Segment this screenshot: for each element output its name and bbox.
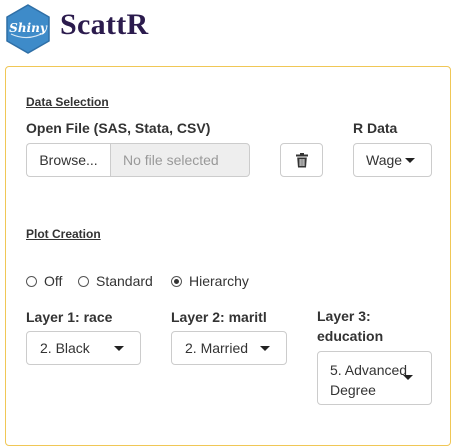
radio-hierarchy-option: Hierarchy — [171, 273, 249, 289]
trash-icon — [295, 152, 308, 167]
layer-2-label: Layer 2: maritl — [171, 309, 267, 325]
r-data-value: Wage — [366, 152, 403, 168]
radio-hierarchy[interactable] — [171, 275, 182, 287]
layer-3-label: Layer 3: education — [317, 308, 384, 344]
shiny-logo: Shiny — [5, 4, 51, 54]
plot-mode-radio-group: Off — [26, 273, 62, 289]
chevron-down-icon — [403, 375, 413, 380]
open-file-label: Open File (SAS, Stata, CSV) — [26, 120, 211, 136]
radio-standard-label[interactable]: Standard — [96, 273, 153, 289]
chevron-down-icon — [260, 346, 270, 351]
radio-off[interactable] — [26, 275, 37, 287]
r-data-label: R Data — [353, 120, 398, 136]
radio-hierarchy-label[interactable]: Hierarchy — [189, 273, 249, 289]
logo-text: Shiny — [9, 21, 48, 35]
layer-2-select[interactable]: 2. Married — [171, 331, 287, 365]
layer-1-select[interactable]: 2. Black — [26, 331, 141, 365]
layer-1-value: 2. Black — [40, 340, 90, 356]
layer-3-select[interactable]: 5. Advanced Degree — [317, 351, 432, 405]
radio-standard[interactable] — [78, 275, 89, 287]
radio-off-label[interactable]: Off — [44, 273, 62, 289]
chevron-down-icon — [405, 157, 416, 163]
layer-1-label: Layer 1: race — [26, 309, 113, 325]
file-name-field[interactable]: No file selected — [110, 143, 250, 177]
layer-3-value: 5. Advanced Degree — [330, 362, 408, 398]
chevron-down-icon — [114, 346, 124, 351]
r-data-select[interactable]: Wage — [353, 143, 432, 177]
plot-creation-title: Plot Creation — [26, 227, 101, 241]
delete-file-button[interactable] — [280, 143, 323, 177]
data-selection-title: Data Selection — [26, 95, 109, 109]
layer-2-value: 2. Married — [185, 340, 249, 356]
browse-button[interactable]: Browse... — [26, 143, 110, 177]
radio-standard-option: Standard — [78, 273, 153, 289]
app-title: ScattR — [60, 8, 149, 41]
